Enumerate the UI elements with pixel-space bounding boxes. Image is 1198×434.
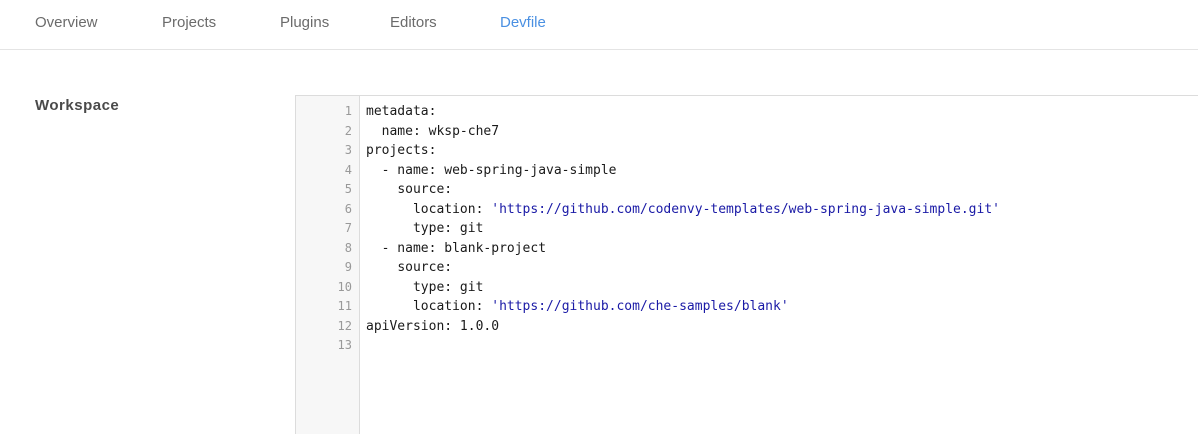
- code-line: source:: [366, 258, 1198, 278]
- line-number: 10: [337, 279, 352, 294]
- code-key: projects:: [366, 143, 437, 158]
- code-key: apiVersion:: [366, 318, 453, 334]
- line-number: 4: [344, 162, 352, 177]
- line-number: 13: [337, 338, 352, 352]
- code-line: metadata:: [366, 102, 1198, 122]
- code-value: git: [452, 279, 484, 295]
- code-line: source:: [366, 180, 1198, 200]
- line-number: 11: [337, 299, 352, 313]
- line-number: 3: [344, 143, 352, 157]
- code-line: name: wksp-che7: [366, 122, 1198, 142]
- tab-devfile[interactable]: Devfile: [500, 14, 546, 31]
- code-key: type:: [412, 279, 453, 295]
- code-line: - name: blank-project: [366, 239, 1198, 259]
- line-number: 6: [344, 201, 352, 216]
- code-value: wksp-che7: [420, 123, 500, 139]
- code-line: apiVersion: 1.0.0: [366, 317, 1198, 337]
- line-number: 12: [337, 318, 352, 333]
- code-string: 'https://github.com/codenvy-templates/we…: [491, 201, 1000, 217]
- code-key: - name:: [381, 240, 437, 256]
- line-number-gutter: 1 2 3 4 5 6 7 8 9 10 11 12 13: [296, 96, 360, 434]
- code-line: location: 'https://github.com/che-sample…: [366, 297, 1198, 317]
- code-key: location:: [412, 201, 484, 217]
- code-key: location:: [412, 299, 484, 314]
- code-key: name:: [381, 123, 421, 139]
- tab-plugins[interactable]: Plugins: [280, 14, 329, 31]
- tab-projects[interactable]: Projects: [162, 14, 216, 31]
- code-line: type: git: [366, 278, 1198, 298]
- code-value: web-spring-java-simple: [436, 162, 617, 178]
- devfile-editor[interactable]: 1 2 3 4 5 6 7 8 9 10 11 12 13 metadata: name: wksp-c…: [295, 95, 1198, 434]
- code-area[interactable]: metadata: name: wksp-che7 projects: - nam…: [366, 102, 1198, 356]
- code-value: git: [452, 221, 484, 236]
- line-number: 8: [344, 240, 352, 255]
- code-key: metadata:: [366, 104, 437, 119]
- section-label: Workspace: [35, 97, 120, 114]
- tab-bar: Overview Projects Plugins Editors Devfil…: [0, 0, 1198, 50]
- code-key: source:: [397, 182, 453, 197]
- code-line: projects:: [366, 141, 1198, 161]
- code-line: location: 'https://github.com/codenvy-te…: [366, 200, 1198, 220]
- code-line: - name: web-spring-java-simple: [366, 161, 1198, 181]
- code-string: 'https://github.com/che-samples/blank': [491, 299, 789, 314]
- line-number: 1: [344, 104, 352, 118]
- code-key: - name:: [381, 162, 437, 178]
- line-number: 7: [344, 221, 352, 235]
- code-key: source:: [397, 260, 453, 275]
- line-number: 9: [344, 260, 352, 274]
- code-value: blank-project: [436, 240, 547, 256]
- code-line: type: git: [366, 219, 1198, 239]
- tab-overview[interactable]: Overview: [35, 14, 98, 31]
- tab-editors[interactable]: Editors: [390, 14, 437, 31]
- code-key: type:: [412, 221, 453, 236]
- line-number: 5: [344, 182, 352, 196]
- line-number: 2: [344, 123, 352, 138]
- code-value: 1.0.0: [452, 318, 500, 334]
